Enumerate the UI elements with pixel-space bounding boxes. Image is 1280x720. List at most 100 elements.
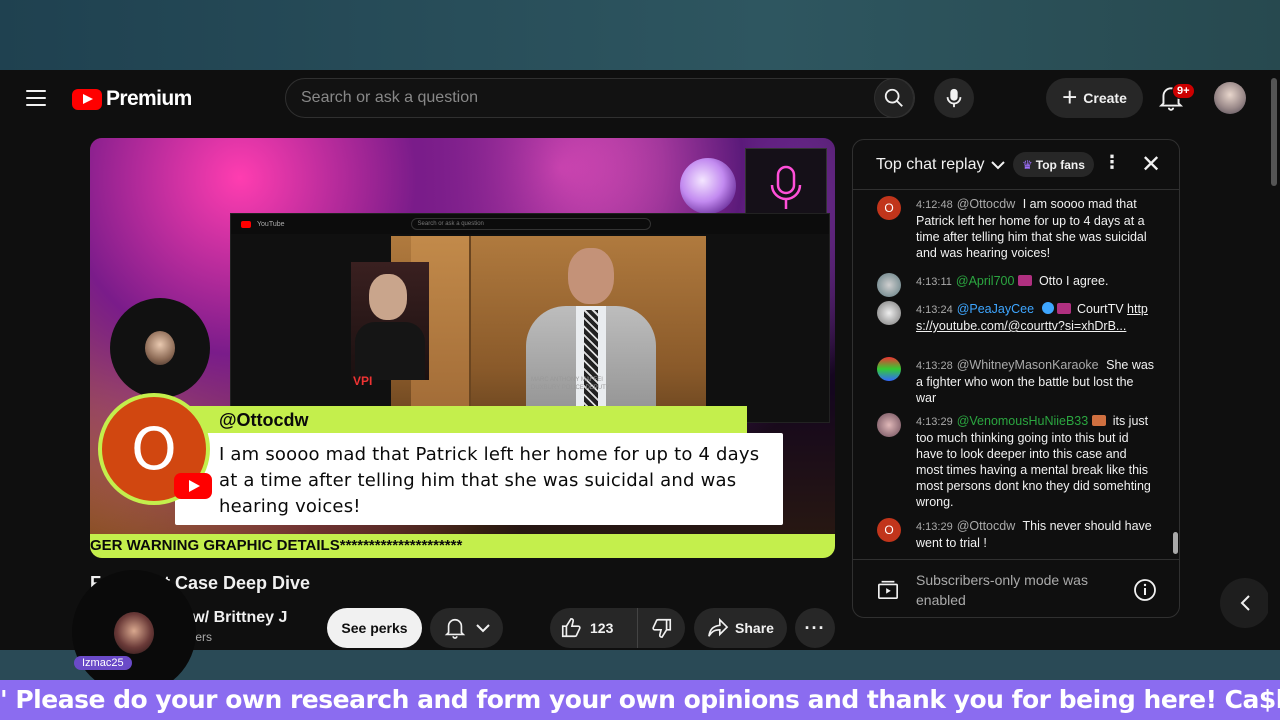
subscription-bell-button[interactable] [430,608,503,648]
message-text: its just too much thinking going into th… [916,414,1151,509]
chat-title: Top chat replay [876,155,985,173]
chat-footer: Subscribers-only mode was enabled [853,559,1179,617]
streamer-face [114,612,154,654]
chat-avatar: O [877,518,901,542]
top-fans-label: Top fans [1035,157,1085,172]
chat-message: 4:13:24 @PeaJayCee CourtTV https://youtub… [877,301,1157,334]
chat-mode-notice: Subscribers-only mode was enabled [916,572,1088,608]
youtube-play-icon [72,88,102,110]
chat-message: 4:13:28 @WhitneyMasonKaraoke She was a fi… [877,357,1157,406]
chat-message: O 4:12:48 @Ottocdw I am soooo mad that Pa… [877,196,1157,261]
plus-icon: + [1062,81,1078,112]
youtube-window: Premium + Create 9+ YouTube Search or as… [0,70,1280,650]
message-time: 4:13:11 [916,276,952,288]
courtroom-feed [391,236,706,426]
collapse-panel-button[interactable] [1220,578,1270,628]
message-author[interactable]: @April700 [956,274,1015,288]
message-author[interactable]: @Ottocdw [957,519,1016,533]
dislike-button[interactable] [638,617,685,639]
subscriptions-icon [878,580,898,599]
chevron-left-icon [1240,595,1250,611]
message-time: 4:13:28 [916,360,953,372]
guest-avatar [110,298,210,398]
member-badge-icon [1056,303,1071,314]
like-button[interactable]: 123 [550,608,638,648]
more-horizontal-icon: ··· [804,617,826,638]
chat-header: Top chat replay ♛ Top fans ⋮ ✕ [853,140,1179,190]
search-button[interactable] [874,78,914,118]
host-body [355,322,425,380]
crown-icon: ♛ [1022,157,1033,172]
info-icon[interactable] [1133,578,1157,602]
top-fans-button[interactable]: ♛ Top fans [1013,152,1094,177]
chat-message: O 4:13:29 @Ottocdw This never should have… [877,518,1157,551]
search-bar [285,78,915,118]
lower-third: MARC ANTHONY MAFFEI DUXBURY POLICE DEPUT… [531,377,610,391]
chevron-down-icon [990,160,1005,169]
create-button[interactable]: + Create [1046,78,1143,118]
see-perks-button[interactable]: See perks [327,608,422,648]
streamer-name-tag: Izmac25 [74,656,132,670]
chat-avatar [877,273,901,297]
message-text: Otto I agree. [1038,274,1109,288]
message-time: 4:13:29 [916,521,953,533]
bell-icon [444,618,465,639]
chat-avatar [877,301,901,325]
microphone-logo-icon [770,165,802,209]
witness-head [568,248,614,304]
search-icon [884,88,903,107]
account-avatar[interactable] [1214,82,1246,114]
thumbs-down-icon [651,618,671,638]
chat-message-list: O 4:12:48 @Ottocdw I am soooo mad that Pa… [853,191,1173,558]
witness-tie [584,310,598,410]
member-badge-icon [1092,415,1107,426]
microphone-icon [946,88,962,108]
message-author[interactable]: @Ottocdw [957,197,1016,211]
moon-graphic [680,158,736,214]
thumbs-up-icon [561,618,581,638]
message-author[interactable]: @WhitneyMasonKaraoke [957,358,1099,372]
message-time: 4:13:29 [916,416,953,428]
message-time: 4:12:48 [916,199,953,211]
host-head [369,274,407,320]
chat-mode-dropdown[interactable]: Top chat replay [876,156,1005,174]
search-input[interactable] [286,89,874,107]
embedded-header: YouTube Search or ask a question [231,214,829,234]
chat-avatar [877,413,901,437]
menu-icon[interactable] [26,90,46,106]
more-actions-button[interactable]: ··· [795,608,835,648]
youtube-logo[interactable]: Premium [72,87,192,111]
message-time: 4:13:24 [916,304,953,316]
close-icon[interactable]: ✕ [1141,150,1161,179]
chat-avatar: O [877,196,901,220]
embedded-search: Search or ask a question [410,218,651,230]
witness-figure [526,248,656,426]
page-scrollbar-thumb[interactable] [1271,78,1277,186]
logo-text: Premium [106,87,192,110]
message-author[interactable]: @PeaJayCee [957,302,1034,316]
create-label: Create [1083,90,1127,106]
like-dislike-group: 123 [550,608,685,648]
embedded-screenshare: YouTube Search or ask a question VPI MAR… [230,213,830,426]
chat-message: 4:13:11 @April700 Otto I agree. [877,273,1157,297]
scrolling-marquee: ' Please do your own research and form y… [0,680,1280,720]
vpi-label: VPI [353,374,373,388]
video-player[interactable]: YouTube Search or ask a question VPI MAR… [90,138,835,558]
member-badge-icon [1018,275,1033,286]
voice-search-button[interactable] [934,78,974,118]
message-text: CourtTV [1077,302,1128,316]
host-camera [351,262,429,380]
more-vertical-icon[interactable]: ⋮ [1103,152,1121,173]
message-author[interactable]: @VenomousHuNiieB33 [957,414,1089,428]
chat-avatar [877,357,901,381]
stream-top-band [0,0,1280,70]
highlight-comment-author: @Ottocdw [219,410,309,430]
chat-scrollbar[interactable] [1173,532,1178,554]
highlight-comment-text: I am soooo mad that Patrick left her hom… [219,444,760,517]
chevron-down-icon [475,624,490,633]
verified-icon [1041,302,1054,314]
embedded-logo-text: YouTube [257,220,285,228]
mini-youtube-icon [241,220,251,228]
share-button[interactable]: Share [694,608,787,648]
warning-ticker: GER WARNING GRAPHIC DETAILS*************… [90,534,835,558]
